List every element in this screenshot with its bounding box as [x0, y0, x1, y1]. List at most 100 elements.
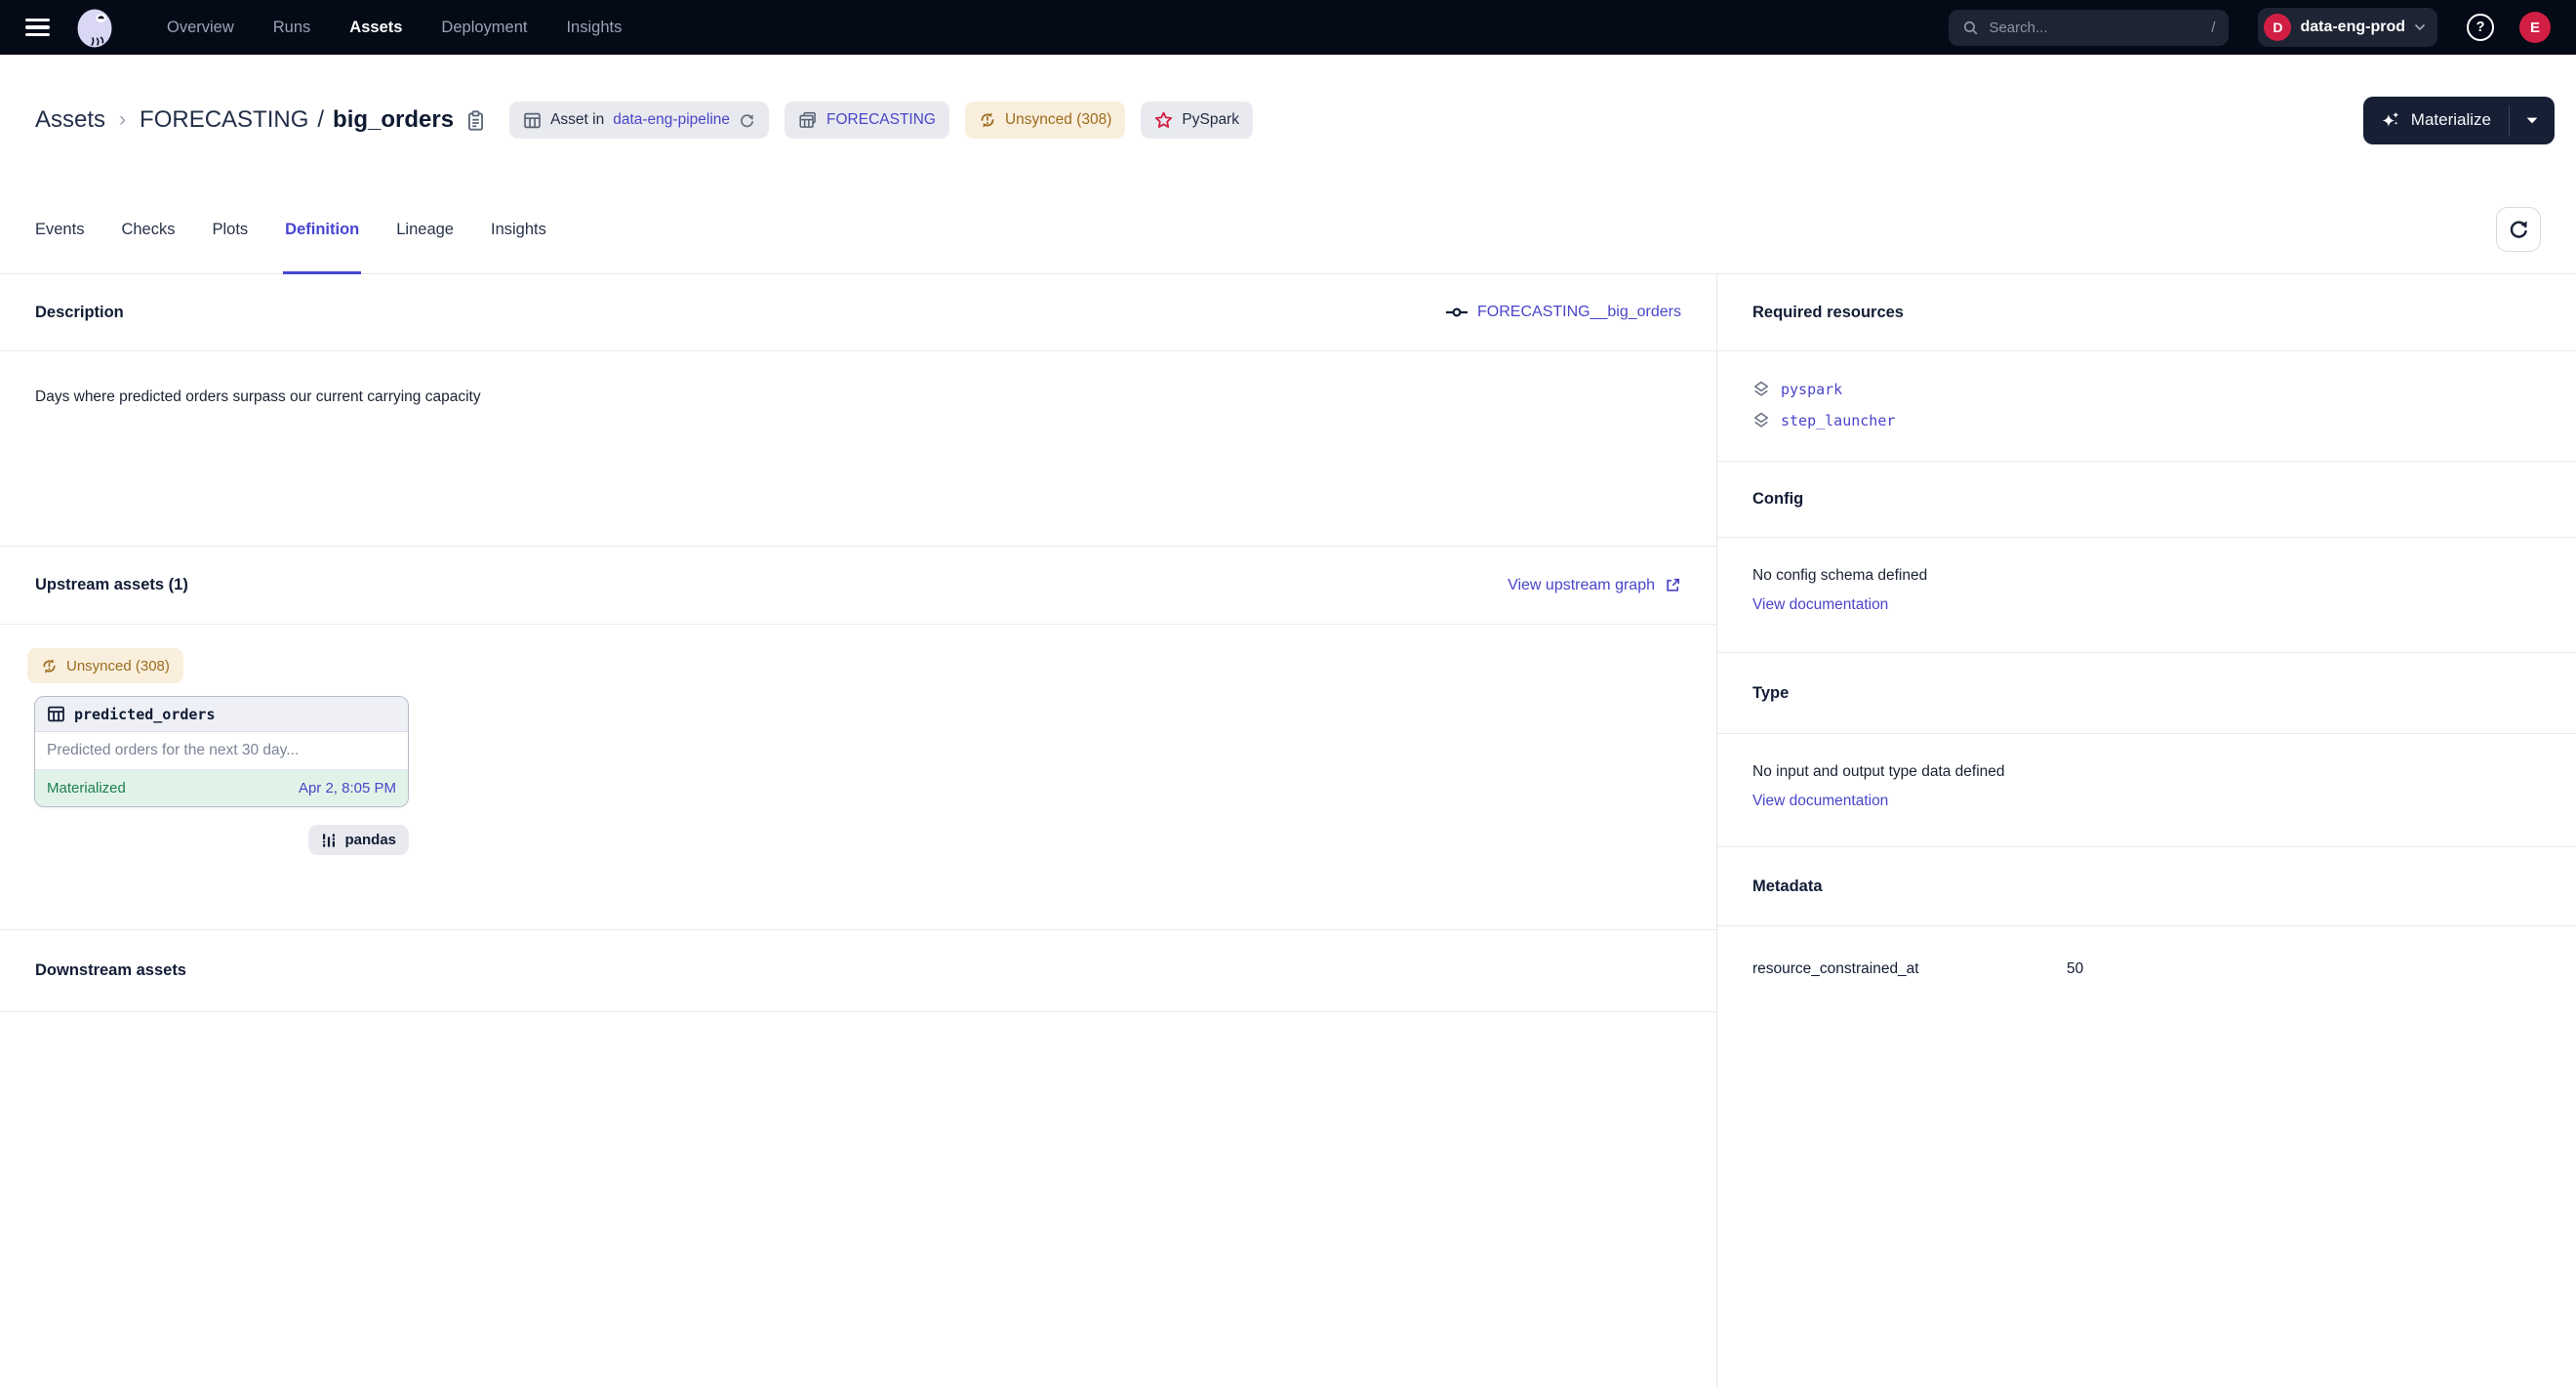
materialize-label: Materialize [2411, 110, 2491, 130]
materialize-split-button: Materialize [2363, 97, 2555, 144]
required-resources-body: pyspark step_launcher [1717, 351, 2576, 462]
materialization-timestamp[interactable]: Apr 2, 8:05 PM [299, 780, 396, 796]
definition-sidebar: Required resources pyspark step_launcher… [1717, 274, 2576, 1388]
primary-nav: Overview Runs Assets Deployment Insights [167, 19, 622, 37]
materialize-button[interactable]: Materialize [2363, 97, 2509, 144]
type-view-documentation-link[interactable]: View documentation [1752, 793, 1888, 810]
view-upstream-graph-link[interactable]: View upstream graph [1508, 577, 1681, 594]
view-upstream-graph-label: View upstream graph [1508, 577, 1655, 594]
metadata-row: resource_constrained_at 50 [1717, 926, 2576, 1012]
breadcrumb-assets-link[interactable]: Assets [35, 106, 105, 134]
pipeline-link[interactable]: data-eng-pipeline [613, 111, 730, 129]
caret-down-icon [2526, 117, 2538, 124]
job-icon [1446, 306, 1468, 318]
asset-node-compute-row: pandas [27, 825, 409, 855]
materialized-status: Materialized [47, 780, 126, 796]
tab-events[interactable]: Events [35, 185, 84, 273]
main-column: Description FORECASTING__big_orders Days… [0, 274, 1717, 1388]
type-header: Type [1717, 653, 2576, 734]
pandas-compute-tag[interactable]: pandas [308, 825, 409, 855]
sparkle-icon [2381, 110, 2401, 131]
type-title: Type [1752, 684, 1789, 703]
job-link[interactable]: FORECASTING__big_orders [1446, 304, 1681, 321]
group-tag[interactable]: FORECASTING [785, 102, 949, 139]
pandas-icon [321, 833, 337, 848]
nav-item-insights[interactable]: Insights [566, 19, 622, 37]
job-link-label: FORECASTING__big_orders [1477, 304, 1681, 321]
workspace-name: data-eng-prod [2300, 19, 2405, 36]
nav-item-runs[interactable]: Runs [273, 19, 311, 37]
metadata-key: resource_constrained_at [1752, 960, 2067, 978]
config-body: No config schema defined View documentat… [1717, 538, 2576, 653]
asset-tags: Asset in data-eng-pipeline FORECASTING U… [509, 102, 1253, 139]
config-header: Config [1717, 462, 2576, 538]
tab-insights[interactable]: Insights [491, 185, 546, 273]
refresh-button[interactable] [2496, 207, 2541, 252]
external-link-icon [1665, 577, 1681, 593]
topnav-right: / D data-eng-prod ? E [1949, 8, 2551, 47]
avatar[interactable]: E [2519, 12, 2551, 43]
tab-definition[interactable]: Definition [285, 185, 359, 273]
breadcrumb-divider: / [317, 106, 324, 134]
asset-node-header[interactable]: predicted_orders [35, 697, 408, 732]
sync-alert-icon [979, 111, 996, 129]
asset-in-label: Asset in [550, 111, 604, 129]
required-resources-title: Required resources [1752, 304, 1904, 322]
upstream-sync-status-tag[interactable]: Unsynced (308) [27, 648, 183, 683]
upstream-section-header: Upstream assets (1) View upstream graph [0, 547, 1716, 625]
nav-item-assets[interactable]: Assets [349, 19, 402, 37]
sync-status-tag[interactable]: Unsynced (308) [965, 102, 1125, 139]
asset-tabs: Events Checks Plots Definition Lineage I… [0, 185, 2576, 274]
spark-star-icon [1154, 111, 1173, 130]
definition-content: Description FORECASTING__big_orders Days… [0, 274, 2576, 1388]
breadcrumb: Assets › FORECASTING / big_orders [35, 106, 454, 134]
reload-icon[interactable] [739, 112, 755, 129]
asset-in-pipeline-tag[interactable]: Asset in data-eng-pipeline [509, 102, 769, 139]
tab-checks[interactable]: Checks [121, 185, 175, 273]
tab-lineage[interactable]: Lineage [396, 185, 454, 273]
resource-link-pyspark[interactable]: pyspark [1781, 381, 1842, 398]
config-empty-text: No config schema defined [1752, 567, 2541, 585]
asset-node-name: predicted_orders [74, 706, 216, 723]
sidebar-empty-area [1717, 1012, 2576, 1388]
page-title: big_orders [333, 106, 454, 134]
sync-alert-icon [41, 658, 58, 674]
search-input[interactable] [1989, 20, 2201, 36]
workspace-switcher[interactable]: D data-eng-prod [2258, 8, 2437, 47]
downstream-section-header: Downstream assets [0, 930, 1716, 1012]
description-title: Description [35, 304, 124, 322]
search-icon [1962, 20, 1979, 36]
resource-link-step-launcher[interactable]: step_launcher [1781, 412, 1895, 429]
pandas-compute-label: pandas [344, 832, 396, 848]
tab-plots[interactable]: Plots [212, 185, 248, 273]
materialize-dropdown-button[interactable] [2510, 97, 2555, 144]
config-view-documentation-link[interactable]: View documentation [1752, 596, 1888, 614]
type-body: No input and output type data defined Vi… [1717, 734, 2576, 847]
chevron-down-icon [2414, 23, 2426, 31]
config-title: Config [1752, 490, 1803, 509]
group-tag-label: FORECASTING [826, 111, 936, 129]
workspace-initial-badge: D [2264, 14, 2291, 41]
upstream-asset-node[interactable]: predicted_orders Predicted orders for th… [34, 696, 409, 807]
downstream-title: Downstream assets [35, 961, 186, 980]
upstream-sync-status-label: Unsynced (308) [66, 658, 170, 674]
metadata-title: Metadata [1752, 878, 1823, 896]
asset-group-icon [798, 110, 818, 130]
compute-kind-tag[interactable]: PySpark [1141, 102, 1253, 139]
nav-item-deployment[interactable]: Deployment [441, 19, 527, 37]
dagster-logo[interactable] [73, 6, 116, 49]
required-resources-header: Required resources [1717, 274, 2576, 351]
upstream-body: Unsynced (308) predicted_orders Predicte… [0, 625, 1716, 930]
help-icon[interactable]: ? [2467, 14, 2494, 41]
resource-row: pyspark [1752, 375, 2541, 403]
table-icon [47, 705, 65, 723]
compute-kind-label: PySpark [1182, 111, 1239, 129]
type-empty-text: No input and output type data defined [1752, 763, 2541, 781]
metadata-header: Metadata [1717, 847, 2576, 926]
hamburger-icon[interactable] [25, 19, 50, 37]
breadcrumb-group[interactable]: FORECASTING [140, 106, 308, 134]
description-body: Days where predicted orders surpass our … [0, 351, 1716, 547]
search-box[interactable]: / [1949, 10, 2229, 46]
copy-asset-name-icon[interactable] [465, 110, 486, 131]
nav-item-overview[interactable]: Overview [167, 19, 234, 37]
